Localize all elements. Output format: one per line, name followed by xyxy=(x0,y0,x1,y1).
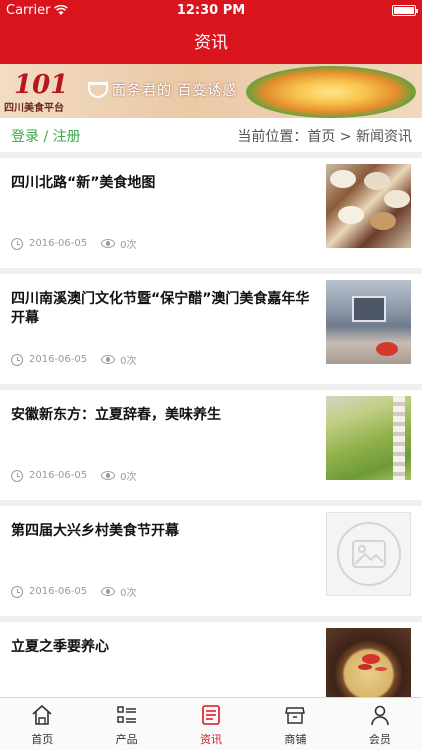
nav-bar: 资讯 xyxy=(0,22,422,64)
home-icon xyxy=(32,704,52,725)
news-thumbnail xyxy=(326,280,411,364)
tab-label: 资讯 xyxy=(200,733,223,746)
image-placeholder-icon xyxy=(336,522,401,586)
news-item[interactable]: 安徽新东方：立夏辞春，美味养生 2016-06-05 0次 xyxy=(0,390,422,500)
list-icon xyxy=(116,706,136,723)
news-list: 四川北路“新”美食地图 2016-06-05 0次 四川南溪澳门文化节暨“保宁醋… xyxy=(0,152,422,732)
news-thumbnail xyxy=(326,164,411,248)
tab-label: 商铺 xyxy=(284,733,307,746)
news-title: 四川北路“新”美食地图 xyxy=(11,175,156,191)
news-date: 2016-06-05 xyxy=(29,586,88,597)
news-title: 第四届大兴乡村美食节开幕 xyxy=(11,523,179,539)
news-date: 2016-06-05 xyxy=(29,354,88,365)
tab-label: 首页 xyxy=(31,733,54,746)
shop-icon xyxy=(285,707,306,724)
breadcrumb: 当前位置：首页 > 新闻资讯 xyxy=(237,129,412,145)
news-views: 0次 xyxy=(120,588,137,599)
status-bar: Carrier 12:30 PM xyxy=(0,0,422,22)
news-meta: 2016-06-05 0次 xyxy=(11,352,137,367)
news-views: 0次 xyxy=(120,356,137,367)
svg-text:101: 101 xyxy=(14,70,66,97)
breadcrumb-bar: 登录 / 注册 当前位置：首页 > 新闻资讯 xyxy=(0,118,422,152)
tab-shops[interactable]: 商铺 xyxy=(253,698,337,750)
tab-news[interactable]: 资讯 xyxy=(169,698,253,750)
tab-label: 产品 xyxy=(115,733,138,746)
news-views: 0次 xyxy=(120,240,137,251)
banner-slogan: 面条君的 百变诱惑 xyxy=(112,83,238,99)
news-title: 立夏之季要养心 xyxy=(11,639,109,655)
news-thumbnail xyxy=(326,512,411,596)
news-item[interactable]: 四川南溪澳门文化节暨“保宁醋”澳门美食嘉年华开幕 2016-06-05 0次 xyxy=(0,274,422,384)
eye-icon xyxy=(101,471,116,480)
news-meta: 2016-06-05 0次 xyxy=(11,584,137,599)
news-date: 2016-06-05 xyxy=(29,470,88,481)
brand-logo-text: 四川美食平台 xyxy=(4,103,64,114)
tab-label: 会员 xyxy=(368,733,391,746)
news-item[interactable]: 第四届大兴乡村美食节开幕 2016-06-05 0次 xyxy=(0,506,422,616)
page-title: 资讯 xyxy=(194,33,228,53)
user-icon xyxy=(371,705,389,726)
noodle-dish-image xyxy=(246,66,416,118)
battery-icon xyxy=(392,5,418,16)
news-meta: 2016-06-05 0次 xyxy=(11,468,137,483)
news-title: 安徽新东方：立夏辞春，美味养生 xyxy=(11,407,221,423)
news-views: 0次 xyxy=(120,472,137,483)
clock-time: 12:30 PM xyxy=(176,3,246,18)
brand-logo-icon: 101 xyxy=(14,70,66,97)
news-title: 四川南溪澳门文化节暨“保宁醋”澳门美食嘉年华开幕 xyxy=(11,291,310,326)
news-icon xyxy=(202,705,220,725)
tab-bar: 首页 产品 资讯 商铺 会员 xyxy=(0,697,422,750)
tab-home[interactable]: 首页 xyxy=(0,698,84,750)
news-thumbnail xyxy=(326,396,411,480)
clock-icon xyxy=(11,353,23,366)
news-meta: 2016-06-05 0次 xyxy=(11,236,137,251)
eye-icon xyxy=(101,587,116,596)
tab-products[interactable]: 产品 xyxy=(84,698,168,750)
eye-icon xyxy=(101,239,116,248)
news-date: 2016-06-05 xyxy=(29,238,88,249)
bowl-icon xyxy=(88,82,108,98)
eye-icon xyxy=(101,355,116,364)
promo-banner[interactable]: 101 四川美食平台 面条君的 百变诱惑 xyxy=(0,64,422,118)
tab-member[interactable]: 会员 xyxy=(338,698,422,750)
login-register-link[interactable]: 登录 / 注册 xyxy=(11,126,81,146)
clock-icon xyxy=(11,585,23,598)
news-item[interactable]: 四川北路“新”美食地图 2016-06-05 0次 xyxy=(0,158,422,268)
clock-icon xyxy=(11,469,23,482)
clock-icon xyxy=(11,237,23,250)
